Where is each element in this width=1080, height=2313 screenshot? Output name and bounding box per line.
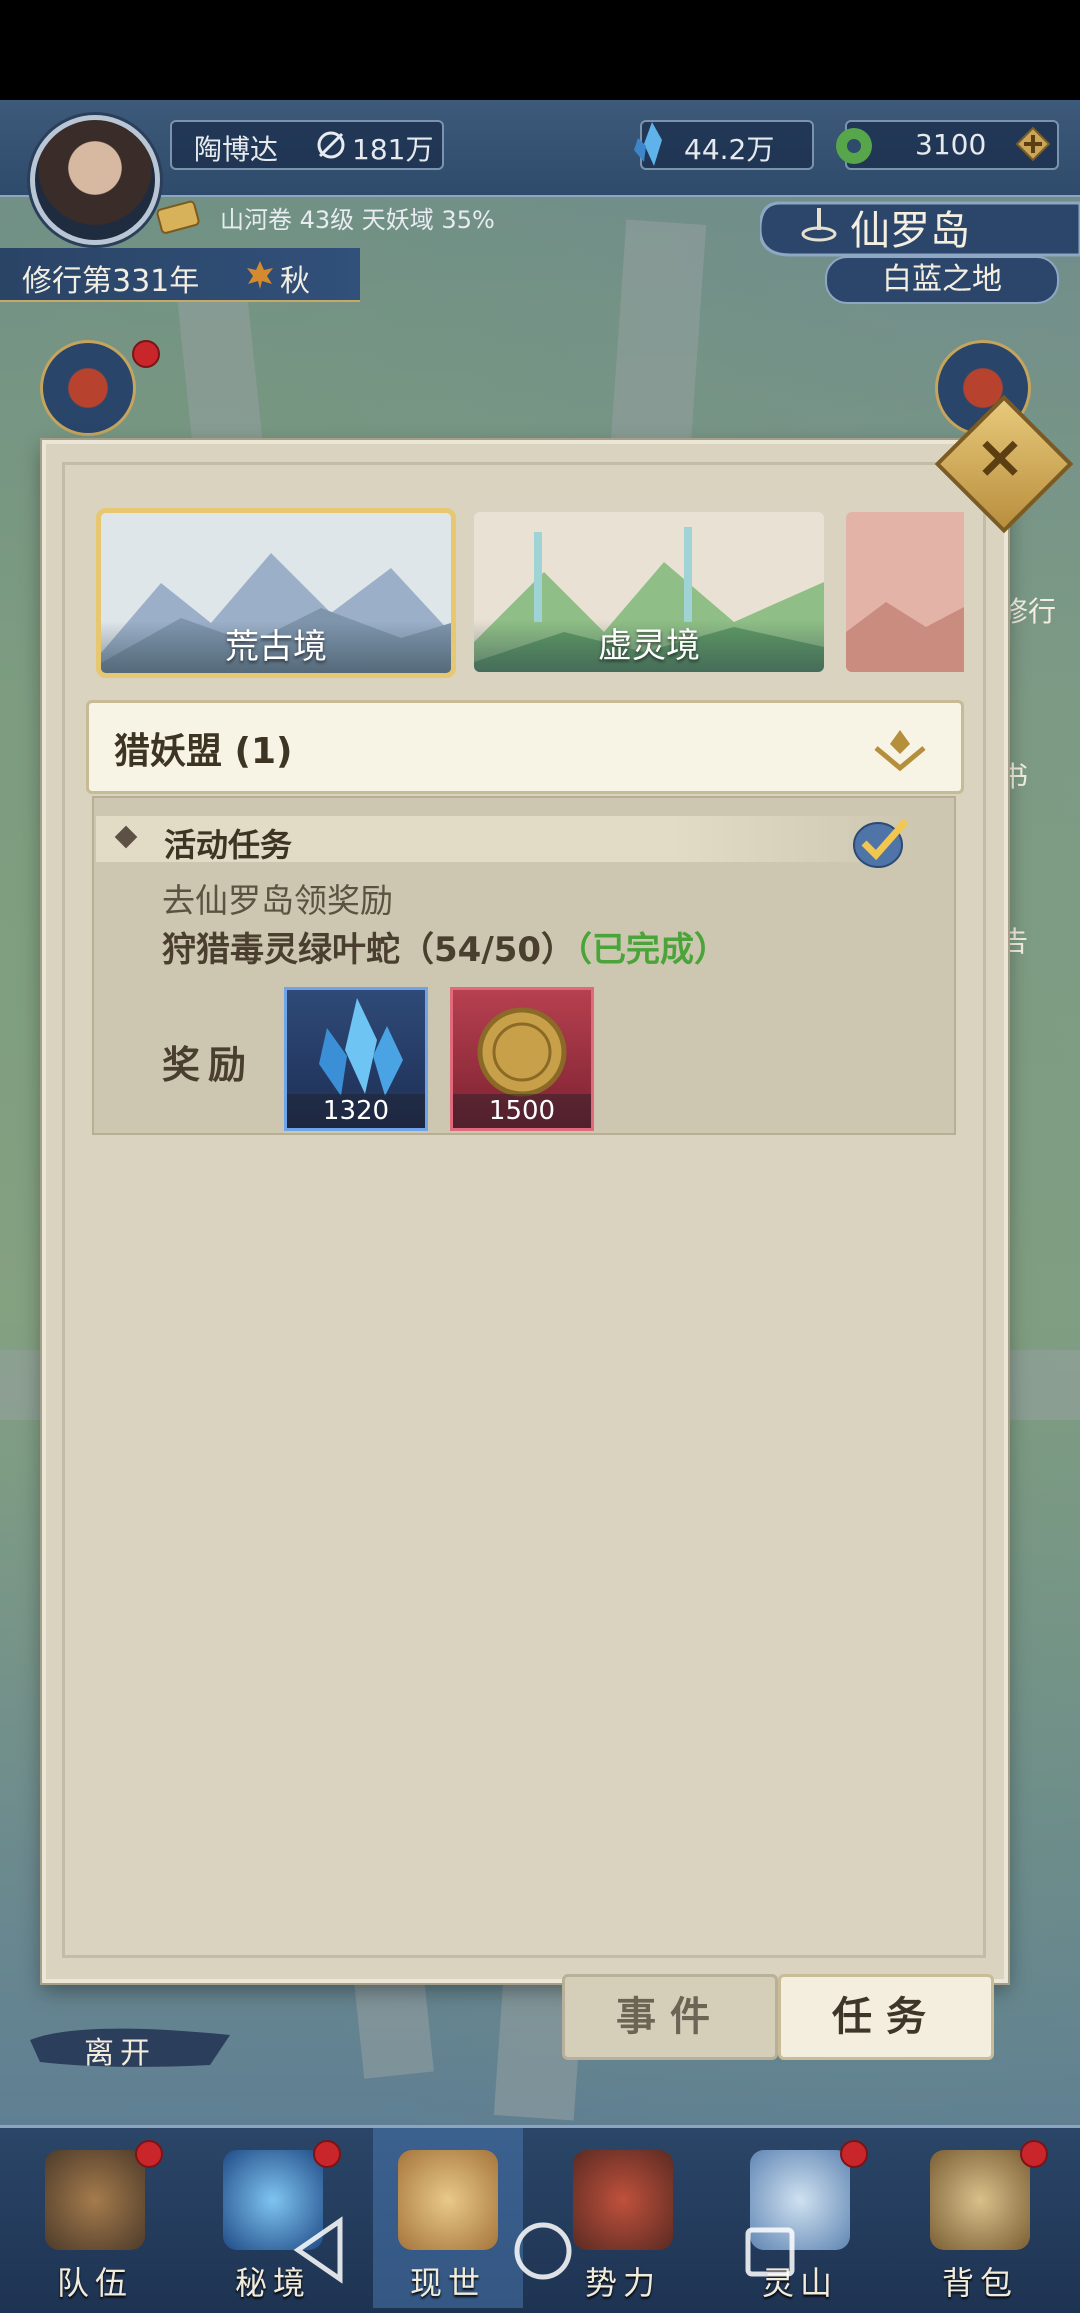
crystal-value: 44.2万 xyxy=(684,133,775,166)
left-activity-button[interactable] xyxy=(40,340,136,436)
location-pin-icon xyxy=(801,208,837,242)
nav-label: 现世 xyxy=(409,2264,486,2302)
maple-leaf-icon xyxy=(247,261,273,289)
status-bar xyxy=(0,0,1080,100)
system-home-icon[interactable] xyxy=(510,2218,576,2284)
nav-label: 队伍 xyxy=(56,2264,133,2302)
location-name: 仙罗岛 xyxy=(850,208,970,254)
jade-icon xyxy=(836,128,872,164)
notification-dot xyxy=(840,2140,868,2168)
reward-item-crystal[interactable]: 1320 xyxy=(284,987,428,1131)
year-bar: 修行第331年 秋 xyxy=(0,248,360,302)
tab-label: 荒古境 xyxy=(101,621,451,673)
task-category: 活动任务 xyxy=(164,826,293,864)
nav-team[interactable]: 队伍 xyxy=(20,2140,170,2302)
notification-dot xyxy=(313,2140,341,2168)
player-avatar[interactable] xyxy=(30,115,160,245)
jade-value: 3100 xyxy=(915,128,987,161)
jade-currency[interactable]: 3100 xyxy=(836,120,1059,170)
notification-dot xyxy=(1020,2140,1048,2168)
team-icon xyxy=(45,2150,145,2250)
season-text: 秋 xyxy=(280,264,310,299)
map-scroll-icon xyxy=(398,2150,498,2250)
task-goal-text: 狩猎毒灵绿叶蛇（54/50） xyxy=(162,930,576,970)
reward-label: 奖励 xyxy=(162,1043,255,1087)
crystal-icon xyxy=(634,122,662,166)
realm-progress: 山河卷 43级 天妖域 35% xyxy=(220,206,495,234)
red-landscape-icon xyxy=(846,512,964,672)
tab-huangu[interactable]: 荒古境 xyxy=(96,508,456,678)
tab-xuling[interactable]: 虚灵境 xyxy=(470,508,828,676)
location-subregion: 白蓝之地 xyxy=(825,256,1059,304)
notification-dot xyxy=(135,2140,163,2168)
nav-world[interactable]: 现世 xyxy=(373,2140,523,2302)
close-icon[interactable]: × xyxy=(955,412,1045,502)
power-icon xyxy=(317,131,345,159)
tracking-check-icon[interactable] xyxy=(850,815,912,871)
nav-label: 背包 xyxy=(941,2264,1018,2302)
task-panel-frame xyxy=(62,462,986,1958)
player-name: 陶博达 xyxy=(194,133,279,166)
reward-item-coin[interactable]: 1500 xyxy=(450,987,594,1131)
palace-icon xyxy=(573,2150,673,2250)
year-text: 修行第331年 xyxy=(22,264,200,299)
system-back-icon[interactable] xyxy=(290,2215,350,2285)
reward-qty: 1500 xyxy=(453,1094,591,1128)
tab-event[interactable]: 事件 xyxy=(562,1974,778,2060)
system-recents-icon[interactable] xyxy=(740,2222,800,2282)
add-icon[interactable] xyxy=(1015,126,1051,162)
power-value: 181万 xyxy=(352,133,434,166)
notification-dot xyxy=(132,340,160,368)
side-label-cultivate[interactable]: 修行 xyxy=(1000,590,1056,630)
task-complete-status: （已完成） xyxy=(575,930,729,970)
chevron-down-icon[interactable] xyxy=(870,722,930,772)
tab-task[interactable]: 任务 xyxy=(778,1974,994,2060)
tab-label: 虚灵境 xyxy=(474,620,824,672)
player-info[interactable]: 陶博达 181万 xyxy=(170,120,444,170)
task-description: 去仙罗岛领奖励 xyxy=(162,881,393,920)
nav-backpack[interactable]: 背包 xyxy=(905,2140,1055,2302)
dropdown-label: 猎妖盟 (1) xyxy=(114,731,293,772)
backpack-icon xyxy=(930,2150,1030,2250)
leave-button[interactable]: 离开 xyxy=(84,2028,156,2072)
crystal-currency[interactable]: 44.2万 xyxy=(634,120,814,170)
scroll-icon xyxy=(156,200,200,234)
tab-third-region[interactable] xyxy=(842,508,964,676)
reward-qty: 1320 xyxy=(287,1094,425,1128)
task-goal: 狩猎毒灵绿叶蛇（54/50）（已完成） xyxy=(162,922,728,971)
